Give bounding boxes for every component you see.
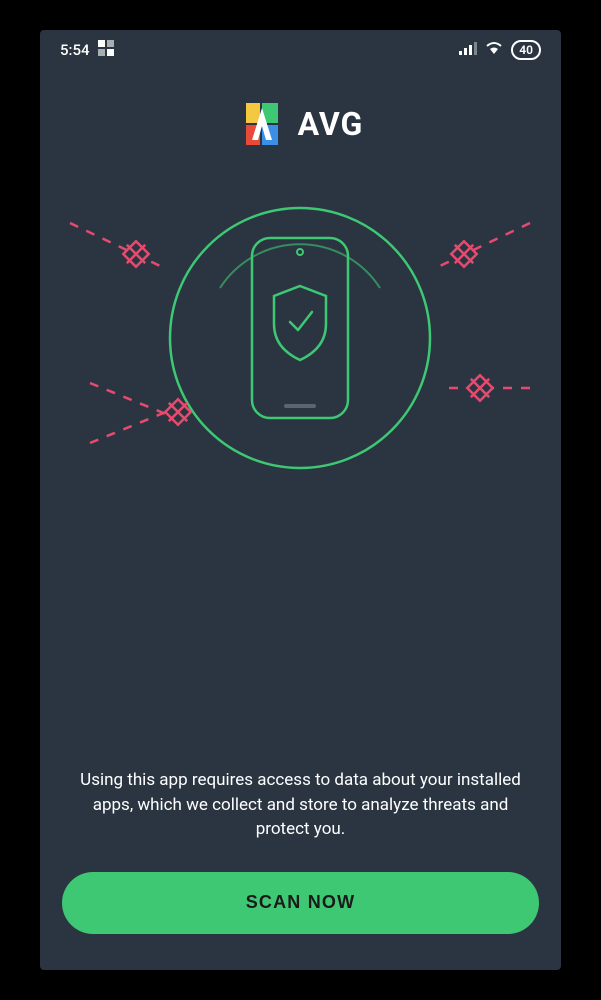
hero-illustration: [40, 168, 561, 528]
wifi-icon: [485, 41, 503, 59]
avg-logo-icon: [238, 100, 286, 148]
brand-logo: AVG: [40, 70, 561, 168]
status-right: 40: [459, 40, 541, 60]
status-left: 5:54: [60, 40, 114, 60]
status-bar: 5:54: [40, 30, 561, 70]
signal-icon: [459, 41, 477, 59]
status-app-icon: [98, 40, 114, 60]
brand-name: AVG: [298, 105, 364, 143]
battery-indicator: 40: [511, 40, 541, 60]
scan-now-button[interactable]: SCAN NOW: [62, 872, 539, 934]
disclaimer-text: Using this app requires access to data a…: [40, 768, 561, 842]
app-screen: 5:54: [40, 30, 561, 970]
status-time: 5:54: [60, 41, 90, 59]
